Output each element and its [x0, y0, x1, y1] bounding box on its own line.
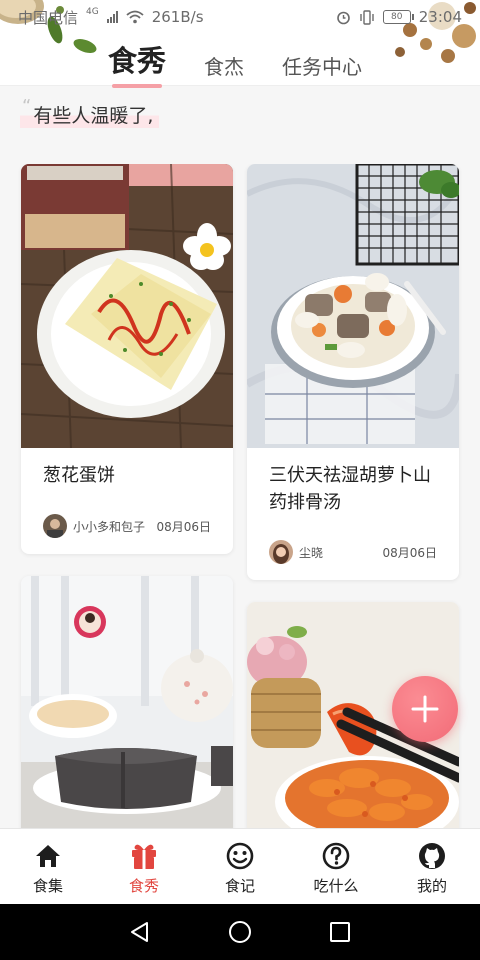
scallion-pancake-photo — [21, 164, 233, 448]
quote-mark-icon: “ — [22, 96, 32, 117]
tab-shijie[interactable]: 食杰 — [204, 51, 244, 88]
plus-icon — [411, 695, 439, 723]
home-button[interactable] — [226, 918, 254, 946]
top-tab-bar: 食秀 食杰 任务中心 — [108, 38, 362, 88]
nav-item-shiji[interactable]: 食集 — [0, 829, 96, 904]
nav-label: 食集 — [32, 877, 63, 895]
nav-item-mine[interactable]: 我的 — [384, 829, 480, 904]
back-button[interactable] — [126, 918, 154, 946]
nav-label: 我的 — [416, 877, 447, 895]
avatar[interactable] — [43, 514, 67, 538]
carrier-label: 中国电信 — [18, 8, 79, 27]
author-name[interactable]: 小小多和包子 — [73, 518, 156, 535]
gift-icon — [129, 841, 159, 871]
status-bar: 中国电信 4G 261B/s 80 23:04 — [0, 0, 480, 34]
nav-item-shiji-record[interactable]: 食记 — [192, 829, 288, 904]
tab-shixiu[interactable]: 食秀 — [108, 38, 166, 88]
network-type: 4G — [86, 6, 99, 17]
add-post-button[interactable] — [392, 676, 458, 742]
bottom-nav: 食集 食秀 食记 吃什么 我的 — [0, 828, 480, 904]
black-sesame-cake-photo — [21, 576, 233, 828]
author-name[interactable]: 尘晓 — [299, 544, 382, 561]
recipe-meta: 小小多和包子 08月06日 — [43, 514, 211, 538]
recipe-card[interactable] — [21, 576, 233, 828]
signal-icon — [106, 11, 118, 23]
back-triangle-icon — [131, 922, 148, 942]
avatar[interactable] — [269, 540, 293, 564]
question-icon — [321, 841, 351, 871]
recipe-card[interactable]: 葱花蛋饼 小小多和包子 08月06日 — [21, 164, 233, 554]
post-date: 08月06日 — [382, 545, 437, 560]
recipe-title: 葱花蛋饼 — [43, 465, 115, 486]
nav-label: 食记 — [224, 877, 255, 895]
nav-item-shixiu[interactable]: 食秀 — [96, 829, 192, 904]
daily-quote: “ 有些人温暖了, — [20, 96, 160, 128]
rib-soup-photo — [247, 164, 459, 448]
nav-label: 吃什么 — [313, 877, 359, 895]
github-icon — [417, 841, 447, 871]
network-speed: 261B/s — [151, 8, 204, 26]
quote-text: 有些人温暖了, — [33, 104, 154, 127]
top-header: 中国电信 4G 261B/s 80 23:04 食秀 食杰 任务中心 — [0, 0, 480, 88]
home-icon — [33, 841, 63, 871]
vibrate-icon — [360, 9, 374, 25]
tab-task-center[interactable]: 任务中心 — [282, 51, 362, 88]
wifi-icon — [126, 10, 144, 24]
recipe-meta: 尘晓 08月06日 — [269, 540, 437, 564]
battery-level: 80 — [391, 12, 403, 22]
battery-icon: 80 — [382, 10, 414, 24]
alarm-icon — [336, 11, 350, 24]
system-nav-bar — [0, 904, 480, 960]
recents-square-icon — [330, 922, 350, 942]
recents-button[interactable] — [326, 918, 354, 946]
smile-icon — [225, 841, 255, 871]
nav-item-what-to-eat[interactable]: 吃什么 — [288, 829, 384, 904]
recipe-title: 三伏天祛湿胡萝卜山药排骨汤 — [269, 465, 431, 513]
clock: 23:04 — [418, 8, 462, 26]
nav-label: 食秀 — [128, 877, 159, 895]
home-circle-icon — [229, 921, 251, 943]
post-date: 08月06日 — [156, 519, 211, 534]
recipe-card[interactable]: 三伏天祛湿胡萝卜山药排骨汤 尘晓 08月06日 — [247, 164, 459, 580]
